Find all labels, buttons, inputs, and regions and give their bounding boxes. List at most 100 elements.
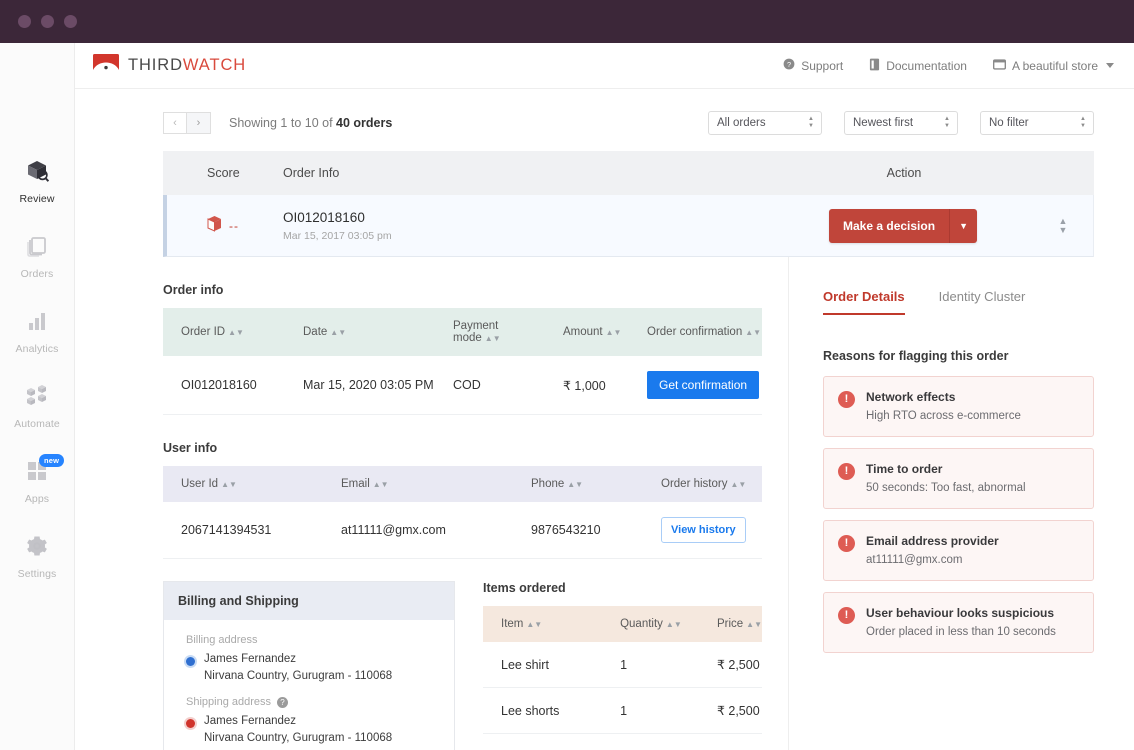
column-header-date[interactable]: Date ▲▼ xyxy=(285,308,435,356)
filters-group: All orders ▲ ▼ Newest first ▲ ▼ No filter … xyxy=(708,111,1094,135)
get-confirmation-button[interactable]: Get confirmation xyxy=(647,371,760,399)
brand-logo[interactable]: THIRDWATCH xyxy=(93,54,246,77)
sidebar-item-orders[interactable]: Orders xyxy=(0,218,75,293)
cell-item: Lee shirt xyxy=(483,642,603,688)
sidebar-item-label: Automate xyxy=(14,418,60,430)
cell-phone: 9876543210 xyxy=(513,502,643,559)
cell-order-history: View history xyxy=(643,502,762,559)
shipping-address-text: James Fernandez Nirvana Country, Gurugra… xyxy=(204,715,392,744)
shipping-address-label-text: Shipping address xyxy=(186,696,272,708)
window-close-dot[interactable] xyxy=(18,15,31,28)
order-action-cell: Make a decision ▼ xyxy=(773,208,1033,243)
sort-icon: ▲▼ xyxy=(221,480,237,489)
pagination: ‹ › xyxy=(163,112,211,134)
order-score-cell: -- xyxy=(167,215,273,237)
next-page-button[interactable]: › xyxy=(187,112,211,134)
flag-card: ! Time to order 50 seconds: Too fast, ab… xyxy=(823,448,1094,509)
risk-package-icon xyxy=(207,215,222,237)
items-table-body: Lee shirt 1 ₹ 2,500 Lee shorts 1 ₹ 2,500 xyxy=(483,642,762,750)
column-header-order-confirmation[interactable]: Order confirmation ▲▼ xyxy=(629,308,762,356)
shipping-line: Nirvana Country, Gurugram - 110068 xyxy=(204,732,393,744)
row-collapse-toggle[interactable]: ▲ ▼ xyxy=(1059,216,1068,235)
flag-subtext: at11111@gmx.com xyxy=(866,554,963,566)
shipping-address-block: James Fernandez Nirvana Country, Gurugra… xyxy=(186,715,440,744)
sort-icon: ▲▼ xyxy=(372,480,389,489)
view-history-button[interactable]: View history xyxy=(661,517,746,543)
billing-name: James Fernandez xyxy=(204,653,297,665)
flag-card: ! User behaviour looks suspicious Order … xyxy=(823,592,1094,653)
thirdwatch-mark-icon xyxy=(93,54,119,77)
tab-identity-cluster[interactable]: Identity Cluster xyxy=(939,289,1026,315)
sidebar-item-analytics[interactable]: Analytics xyxy=(0,293,75,368)
filter-select[interactable]: No filter ▲ ▼ xyxy=(980,111,1094,135)
column-header-amount[interactable]: Amount ▲▼ xyxy=(545,308,629,356)
support-link[interactable]: ? Support xyxy=(783,58,843,73)
documentation-label: Documentation xyxy=(886,58,967,73)
prev-page-button[interactable]: ‹ xyxy=(163,112,187,134)
chevron-down-icon xyxy=(1106,63,1114,68)
stepper-icon: ▲ ▼ xyxy=(944,116,950,129)
order-info-header-row: Order ID ▲▼ Date ▲▼ Payment mode ▲▼ Amount ▲… xyxy=(163,308,762,356)
sidebar-item-automate[interactable]: Automate xyxy=(0,368,75,443)
alert-exclamation-icon: ! xyxy=(838,607,855,624)
order-scope-select[interactable]: All orders ▲ ▼ xyxy=(708,111,822,135)
sort-icon: ▲▼ xyxy=(228,328,244,337)
column-header-action: Action xyxy=(886,166,922,180)
column-header-user-id[interactable]: User Id ▲▼ xyxy=(163,466,323,502)
table-row: OI012018160 Mar 15, 2020 03:05 PM COD ₹ … xyxy=(163,356,762,415)
shipping-address-label: Shipping address ? xyxy=(186,696,440,708)
order-info-cell: OI012018160 Mar 15, 2017 03:05 pm xyxy=(273,210,773,242)
sidebar: Review Orders Analytics Automate new App… xyxy=(0,43,75,750)
window-maximize-dot[interactable] xyxy=(64,15,77,28)
window-minimize-dot[interactable] xyxy=(41,15,54,28)
documentation-link[interactable]: Documentation xyxy=(869,58,967,74)
billing-line: Nirvana Country, Gurugram - 110068 xyxy=(204,670,393,682)
orders-table: Score Order Info Action -- OI012018160 M… xyxy=(163,151,1094,257)
billing-address-label: Billing address xyxy=(186,634,440,646)
lower-panels: Billing and Shipping Billing address Jam… xyxy=(163,581,762,750)
sort-select[interactable]: Newest first ▲ ▼ xyxy=(844,111,958,135)
cell-email: at11111@gmx.com xyxy=(323,502,513,559)
column-header-email[interactable]: Email ▲▼ xyxy=(323,466,513,502)
tab-order-details[interactable]: Order Details xyxy=(823,289,905,315)
chevron-down-icon[interactable]: ▼ xyxy=(949,208,977,243)
sidebar-item-label: Analytics xyxy=(15,343,59,355)
cell-payment-mode: COD xyxy=(435,356,545,415)
items-ordered-panel: Items ordered Item ▲▼ Quantity ▲▼ Price ▲▼ xyxy=(483,581,762,750)
column-header-phone[interactable]: Phone ▲▼ xyxy=(513,466,643,502)
gear-icon xyxy=(25,531,49,561)
billing-card-body: Billing address James Fernandez Nirvana … xyxy=(164,620,454,750)
orders-toolbar-left: ‹ › Showing 1 to 10 of 40 orders xyxy=(163,112,392,134)
stepper-icon: ▲ ▼ xyxy=(1080,116,1086,129)
help-circle-icon[interactable]: ? xyxy=(277,696,289,708)
items-header-row: Item ▲▼ Quantity ▲▼ Price ▲▼ xyxy=(483,606,762,642)
sidebar-item-label: Settings xyxy=(17,568,57,580)
cell-item: Lee shorts xyxy=(483,687,603,734)
column-label: Order ID xyxy=(181,326,226,338)
sort-icon: ▲▼ xyxy=(567,480,584,489)
billing-card-title: Billing and Shipping xyxy=(164,582,454,620)
sidebar-item-review[interactable]: Review xyxy=(0,143,75,218)
column-header-order-history[interactable]: Order history ▲▼ xyxy=(643,466,762,502)
column-header-payment-mode[interactable]: Payment mode ▲▼ xyxy=(435,308,545,356)
column-label: Price xyxy=(716,618,744,630)
column-header-order-info: Order Info xyxy=(283,166,340,180)
store-selector[interactable]: A beautiful store xyxy=(992,58,1114,73)
table-row[interactable]: -- OI012018160 Mar 15, 2017 03:05 pm Mak… xyxy=(163,195,1094,257)
column-header-item[interactable]: Item ▲▼ xyxy=(483,606,602,642)
cell-price: ₹ 2,500 xyxy=(698,642,762,688)
apps-new-badge: new xyxy=(39,454,65,467)
column-header-price[interactable]: Price ▲▼ xyxy=(699,606,762,642)
make-a-decision-button[interactable]: Make a decision ▼ xyxy=(829,208,977,243)
column-header-order-id[interactable]: Order ID ▲▼ xyxy=(163,308,285,356)
sidebar-item-apps[interactable]: new Apps xyxy=(0,443,75,518)
column-header-quantity[interactable]: Quantity ▲▼ xyxy=(602,606,699,642)
sidebar-item-label: Review xyxy=(19,193,55,205)
cell-quantity: 1 xyxy=(602,687,699,734)
order-id: OI012018160 xyxy=(283,209,365,225)
sidebar-item-settings[interactable]: Settings xyxy=(0,518,75,593)
sort-icon: ▲▼ xyxy=(746,620,762,629)
shipping-name: James Fernandez xyxy=(204,715,297,727)
cell-user-id: 2067141394531 xyxy=(163,502,323,559)
grid-icon: new xyxy=(25,454,65,486)
